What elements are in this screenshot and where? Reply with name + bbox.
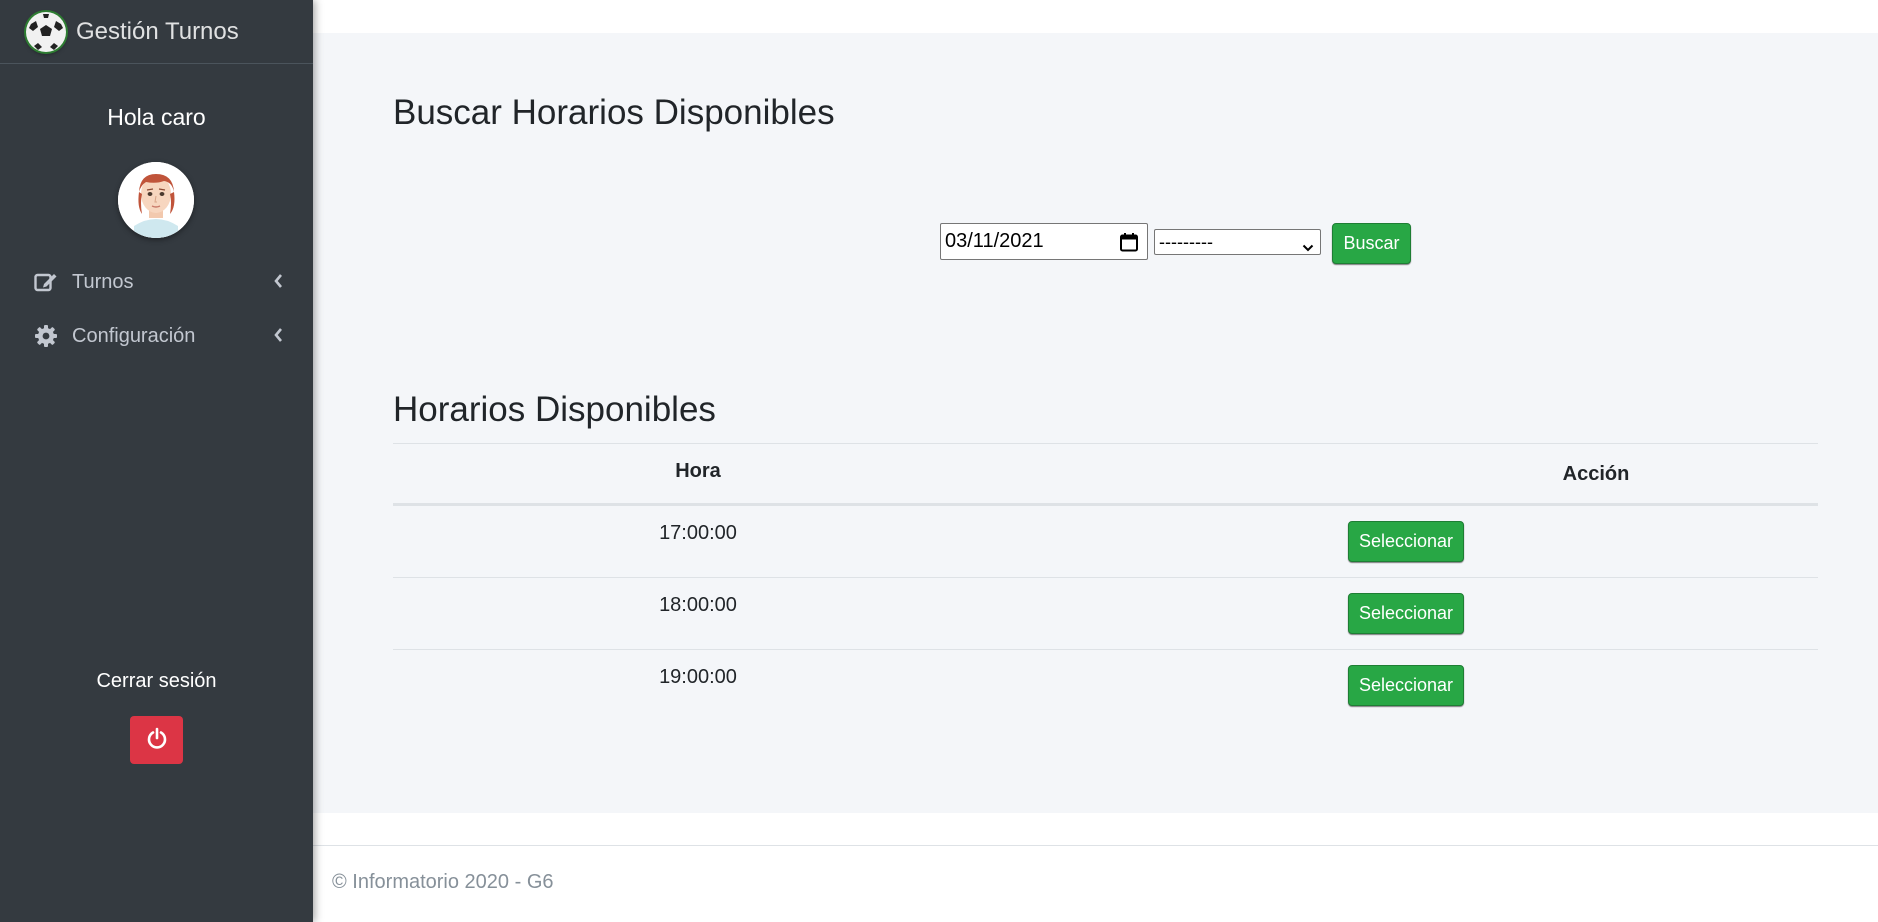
brand-title: Gestión Turnos	[76, 17, 239, 45]
hora-cell: 18:00:00	[659, 594, 737, 616]
table-row: 19:00:00 Seleccionar	[393, 649, 1818, 721]
hora-cell: 19:00:00	[659, 666, 737, 688]
power-icon	[146, 727, 168, 754]
table-row: 17:00:00 Seleccionar	[393, 505, 1818, 577]
footer-copyright: © Informatorio 2020 - G6	[332, 871, 554, 893]
logout-label: Cerrar sesión	[96, 670, 217, 692]
date-value: 03/11/2021	[945, 230, 1044, 252]
sidebar-item-turnos[interactable]: Turnos	[0, 260, 313, 304]
sidebar: Gestión Turnos Hola caro Turnos Configur…	[0, 0, 313, 922]
table-header: Hora Acción	[393, 443, 1818, 505]
sidebar-item-label: Configuración	[72, 324, 196, 347]
gear-icon	[34, 324, 58, 348]
sidebar-item-label: Turnos	[72, 270, 134, 293]
user-avatar	[118, 162, 194, 238]
select-slot-button[interactable]: Seleccionar	[1348, 665, 1464, 706]
sidebar-item-configuracion[interactable]: Configuración	[0, 314, 313, 358]
calendar-icon[interactable]	[1119, 232, 1139, 258]
edit-icon	[34, 270, 58, 294]
chevron-left-icon	[273, 272, 283, 295]
select-slot-button[interactable]: Seleccionar	[1348, 521, 1464, 562]
court-select[interactable]: ---------	[1154, 229, 1321, 255]
hora-cell: 17:00:00	[659, 522, 737, 544]
results-table: Hora Acción 17:00:00 Seleccionar 18:00:0…	[393, 443, 1818, 721]
soccer-ball-logo-icon	[26, 11, 66, 52]
column-header-hora: Hora	[675, 460, 721, 482]
user-greeting: Hola caro	[107, 104, 206, 130]
footer: © Informatorio 2020 - G6	[313, 845, 1878, 922]
brand-link[interactable]: Gestión Turnos	[0, 0, 313, 64]
chevron-down-icon	[1302, 237, 1314, 258]
select-slot-button[interactable]: Seleccionar	[1348, 593, 1464, 634]
top-navbar	[313, 0, 1878, 33]
column-header-accion: Acción	[1562, 463, 1630, 485]
table-row: 18:00:00 Seleccionar	[393, 577, 1818, 649]
select-value: ---------	[1159, 231, 1213, 252]
results-title: Horarios Disponibles	[393, 390, 716, 429]
date-input[interactable]: 03/11/2021	[940, 223, 1148, 260]
search-title: Buscar Horarios Disponibles	[393, 93, 835, 132]
logout-button[interactable]	[130, 716, 183, 764]
chevron-left-icon	[273, 326, 283, 349]
search-button[interactable]: Buscar	[1332, 223, 1411, 264]
